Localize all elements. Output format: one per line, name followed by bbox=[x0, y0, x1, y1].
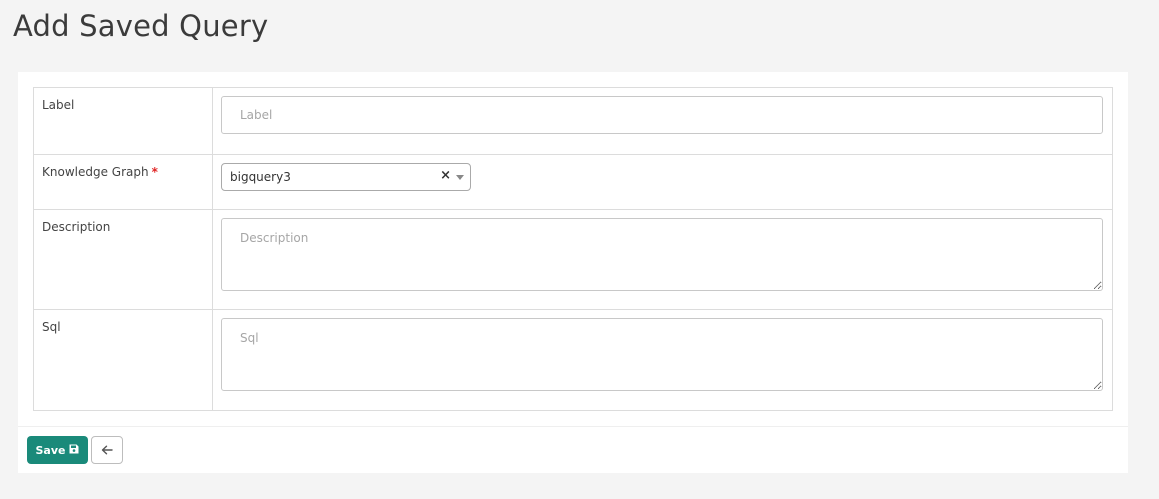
label-input[interactable] bbox=[221, 96, 1103, 134]
arrow-left-icon bbox=[101, 443, 113, 458]
field-label-knowledge-graph: Knowledge Graph * bbox=[33, 154, 213, 210]
knowledge-graph-selected-value: bigquery3 bbox=[230, 170, 291, 184]
field-label-description: Description bbox=[33, 209, 213, 310]
field-cell-knowledge-graph: bigquery3 × bbox=[212, 154, 1113, 210]
field-cell-label bbox=[212, 87, 1113, 155]
sql-textarea[interactable] bbox=[221, 318, 1103, 391]
field-cell-description bbox=[212, 209, 1113, 310]
form-table: Label Knowledge Graph* bigquery3 × Descr… bbox=[33, 87, 1113, 411]
back-button[interactable] bbox=[91, 436, 123, 464]
save-button-label: Save bbox=[35, 443, 66, 457]
required-marker: * bbox=[151, 165, 158, 179]
save-button[interactable]: Save bbox=[27, 436, 88, 464]
field-cell-sql bbox=[212, 309, 1113, 411]
clear-selection-icon[interactable]: × bbox=[440, 169, 451, 183]
form-card: Label Knowledge Graph* bigquery3 × Descr… bbox=[18, 72, 1128, 473]
floppy-disk-icon bbox=[69, 444, 79, 457]
form-row-sql: Sql bbox=[33, 309, 1113, 411]
form-row-description: Description bbox=[33, 209, 1113, 310]
form-row-knowledge-graph: Knowledge Graph * bigquery3 × bbox=[33, 154, 1113, 210]
field-label-sql: Sql bbox=[33, 309, 213, 411]
knowledge-graph-label-text: Knowledge Graph bbox=[42, 165, 149, 179]
description-textarea[interactable] bbox=[221, 218, 1103, 291]
page-title: Add Saved Query bbox=[13, 9, 269, 43]
field-label-label: Label bbox=[33, 87, 213, 155]
knowledge-graph-select[interactable]: bigquery3 × bbox=[221, 163, 471, 191]
form-row-label: Label bbox=[33, 87, 1113, 155]
footer-divider bbox=[18, 426, 1128, 427]
chevron-down-icon[interactable] bbox=[456, 175, 464, 180]
